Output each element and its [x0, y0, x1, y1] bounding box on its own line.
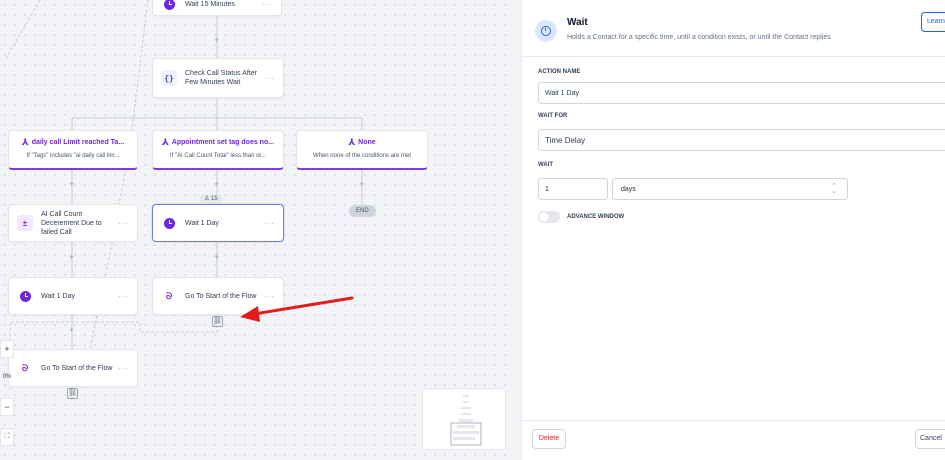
chevron-updown-icon: ⌃ ⌄ [831, 183, 837, 195]
wait-label: WAIT [538, 162, 553, 168]
delete-button[interactable]: Delete [532, 429, 566, 449]
panel-title: Wait [567, 17, 588, 28]
wait-for-select[interactable]: Time Delay [538, 129, 945, 151]
cancel-button[interactable]: Cancel [915, 429, 945, 449]
wait-for-label: WAIT FOR [538, 113, 568, 119]
action-name-input[interactable]: Wait 1 Day [538, 82, 945, 104]
workflow-canvas[interactable]: Wait 15 Minutes ··· + {} Check Call Stat… [0, 0, 513, 460]
wait-amount-input[interactable]: 1 [538, 178, 608, 200]
divider [522, 56, 945, 57]
wait-unit-select[interactable]: days ⌃ ⌄ [612, 178, 848, 200]
clock-icon [535, 20, 557, 42]
advance-window-label: ADVANCE WINDOW [567, 214, 625, 220]
divider [522, 420, 945, 421]
action-settings-panel: Wait Holds a Contact for a specific time… [521, 0, 945, 460]
wait-unit-value: days [621, 186, 636, 193]
panel-subtitle: Holds a Contact for a specific time, unt… [567, 34, 831, 41]
advance-window-toggle[interactable] [538, 211, 560, 223]
annotation-arrow [240, 296, 354, 322]
action-name-label: ACTION NAME [538, 69, 581, 75]
learn-more-button[interactable]: Learn [921, 12, 945, 32]
